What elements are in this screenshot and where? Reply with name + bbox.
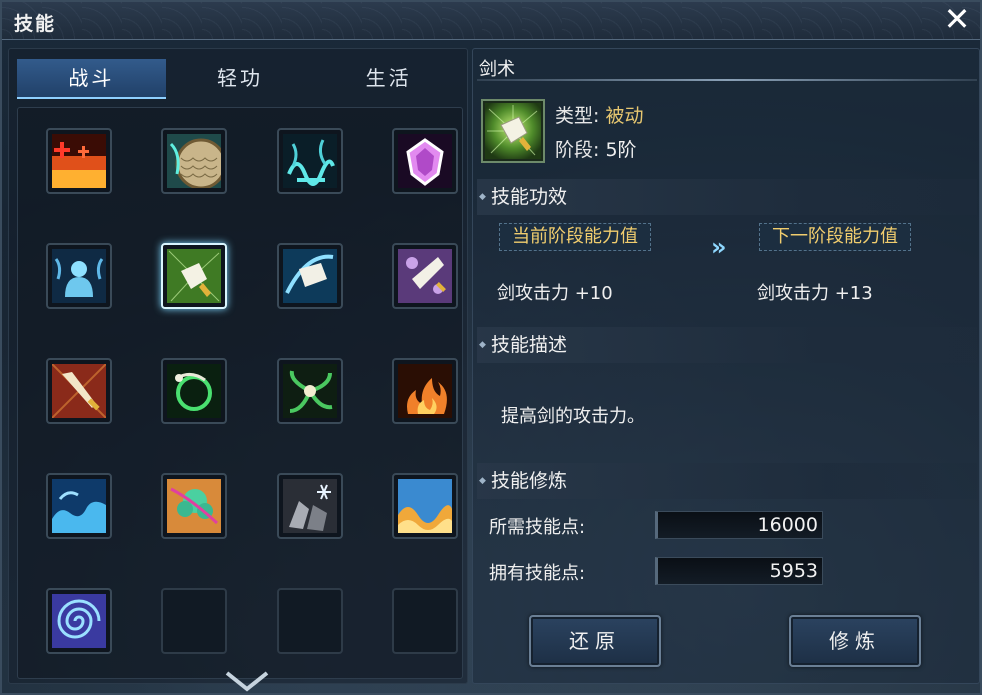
skill-description: 提高剑的攻击力。 xyxy=(501,406,645,427)
scroll-down-icon[interactable] xyxy=(223,669,271,693)
owned-points-label: 拥有技能点: xyxy=(489,563,586,584)
skill-slot[interactable] xyxy=(46,473,112,539)
skill-slot[interactable] xyxy=(392,358,458,424)
empty-skill-slot[interactable] xyxy=(277,588,343,654)
sword-art-icon xyxy=(481,99,545,163)
name-divider xyxy=(477,79,977,81)
tab-qinggong[interactable]: 轻功 xyxy=(166,59,315,99)
skill-detail-panel: 剑术 类型: 被动 阶段: 5阶 ◆ 技能功效 当前阶段能力值 » 下一阶段能力… xyxy=(472,48,980,684)
empty-skill-slot[interactable] xyxy=(392,588,458,654)
skill-slot[interactable] xyxy=(46,128,112,194)
skill-slot[interactable] xyxy=(46,358,112,424)
skill-slot[interactable] xyxy=(277,243,343,309)
skill-slot[interactable] xyxy=(161,128,227,194)
type-label: 类型: xyxy=(555,105,600,127)
next-stage-label: 下一阶段能力值 xyxy=(759,223,911,251)
skill-list-panel: 战斗 轻功 生活 xyxy=(8,48,468,692)
train-button[interactable]: 修炼 xyxy=(789,615,921,667)
description-section-header: 技能描述 xyxy=(477,327,977,363)
next-arrow-icon: » xyxy=(711,233,727,261)
tab-life[interactable]: 生活 xyxy=(314,59,463,99)
skill-slot[interactable] xyxy=(277,128,343,194)
skill-slot[interactable] xyxy=(46,588,112,654)
skill-slot[interactable] xyxy=(46,243,112,309)
effect-section-header: 技能功效 xyxy=(477,179,977,215)
restore-button[interactable]: 还原 xyxy=(529,615,661,667)
skill-slot[interactable] xyxy=(392,128,458,194)
empty-skill-slot[interactable] xyxy=(161,588,227,654)
owned-points-value: 5953 xyxy=(655,557,823,585)
skill-grid xyxy=(17,107,463,679)
skill-slot[interactable] xyxy=(277,358,343,424)
type-value: 被动 xyxy=(605,105,644,127)
skill-slot[interactable] xyxy=(392,243,458,309)
stage-value: 5阶 xyxy=(605,139,637,161)
required-points-label: 所需技能点: xyxy=(489,517,586,538)
required-points-value: 16000 xyxy=(655,511,823,539)
skill-slot[interactable] xyxy=(277,473,343,539)
training-section-header: 技能修炼 xyxy=(477,463,977,499)
skill-slot[interactable] xyxy=(161,473,227,539)
window-title: 技能 xyxy=(14,13,57,35)
skill-slot[interactable] xyxy=(392,473,458,539)
tab-combat[interactable]: 战斗 xyxy=(17,59,166,99)
current-stage-label: 当前阶段能力值 xyxy=(499,223,651,251)
next-effect-value: 剑攻击力 +13 xyxy=(757,283,873,304)
stage-label: 阶段: xyxy=(555,139,600,161)
tab-bar: 战斗 轻功 生活 xyxy=(17,59,463,99)
skill-name: 剑术 xyxy=(479,59,515,80)
title-bar: 技能 ✕ xyxy=(2,2,980,40)
skill-window: 技能 ✕ 战斗 轻功 生活 剑术 类型: 被动 阶段: 5阶 ◆ 技能功效 当前… xyxy=(0,0,982,695)
close-button[interactable]: ✕ xyxy=(942,3,972,35)
skill-type-row: 类型: 被动 xyxy=(555,101,643,128)
skill-stage-row: 阶段: 5阶 xyxy=(555,135,637,162)
skill-slot[interactable] xyxy=(161,243,227,309)
skill-slot[interactable] xyxy=(161,358,227,424)
current-effect-value: 剑攻击力 +10 xyxy=(497,283,613,304)
